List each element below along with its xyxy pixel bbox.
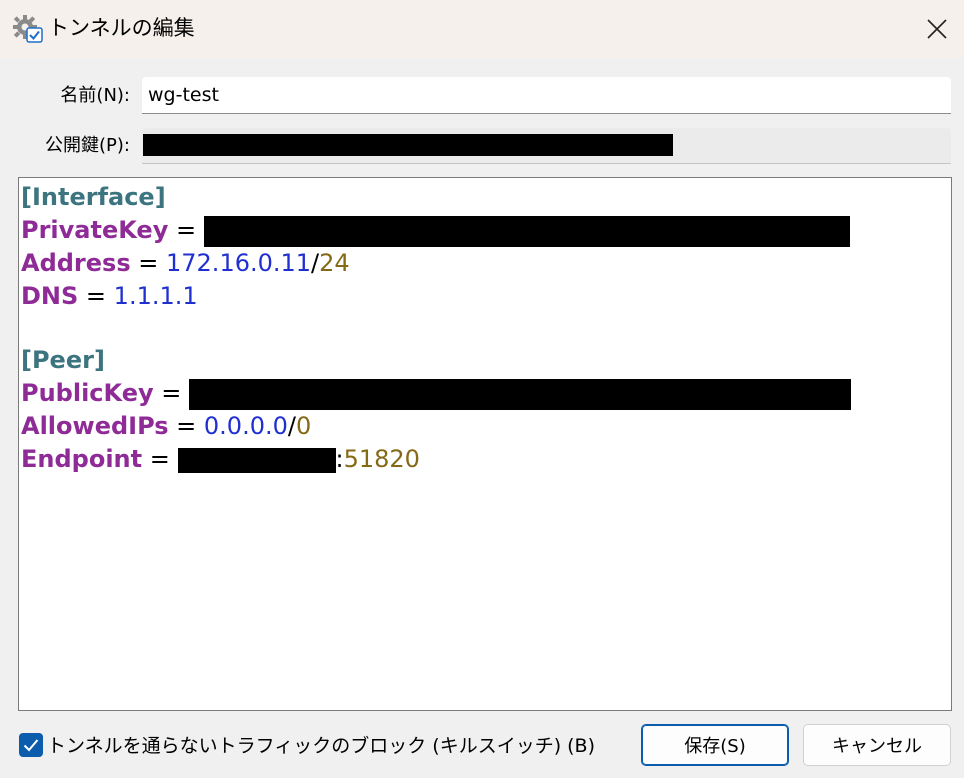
config-editor[interactable]: [Interface] PrivateKey = Address = 172.1… — [18, 177, 952, 711]
colon: : — [335, 445, 344, 473]
peer-section-header: [Peer] — [21, 346, 105, 374]
equals-sign: = — [153, 379, 190, 407]
endpoint-name: Endpoint — [21, 445, 143, 473]
name-label: 名前(N): — [60, 85, 130, 106]
address-ip: 172.16.0.11 — [166, 249, 312, 277]
title-bar: トンネルの編集 — [0, 0, 964, 58]
checkmark-icon — [23, 739, 39, 752]
public-key-label: 公開鍵(P): — [45, 135, 130, 156]
dns-value: 1.1.1.1 — [113, 282, 198, 310]
allowed-ips-cidr: 0 — [295, 412, 312, 440]
public-key-name: PublicKey — [21, 379, 154, 407]
killswitch-label[interactable]: トンネルを通らないトラフィックのブロック (キルスイッチ) (B) — [47, 733, 595, 759]
redacted-public-key — [143, 134, 673, 156]
killswitch-checkbox[interactable] — [19, 733, 43, 757]
address-cidr: 24 — [319, 249, 350, 277]
slash: / — [287, 412, 296, 440]
redacted-endpoint-host — [177, 447, 336, 473]
equals-sign: = — [130, 249, 166, 277]
allowed-ips-ip: 0.0.0.0 — [203, 412, 288, 440]
interface-section-header: [Interface] — [21, 183, 166, 211]
equals-sign: = — [78, 282, 114, 310]
close-button[interactable] — [910, 0, 964, 58]
private-key-name: PrivateKey — [21, 216, 169, 244]
name-input[interactable] — [142, 77, 951, 114]
equals-sign: = — [142, 445, 178, 473]
slash: / — [311, 249, 320, 277]
equals-sign: = — [168, 412, 204, 440]
gear-settings-icon — [12, 14, 44, 44]
close-icon — [927, 19, 947, 39]
equals-sign: = — [168, 216, 204, 244]
cancel-button[interactable]: キャンセル — [803, 724, 951, 766]
save-button[interactable]: 保存(S) — [641, 724, 789, 766]
endpoint-port: 51820 — [343, 445, 420, 473]
address-name: Address — [21, 249, 131, 277]
dns-name: DNS — [21, 282, 79, 310]
window-title: トンネルの編集 — [48, 16, 195, 40]
redacted-peer-public-key — [189, 378, 852, 410]
public-key-field — [142, 128, 951, 164]
allowed-ips-name: AllowedIPs — [21, 412, 169, 440]
redacted-private-key — [203, 215, 850, 247]
